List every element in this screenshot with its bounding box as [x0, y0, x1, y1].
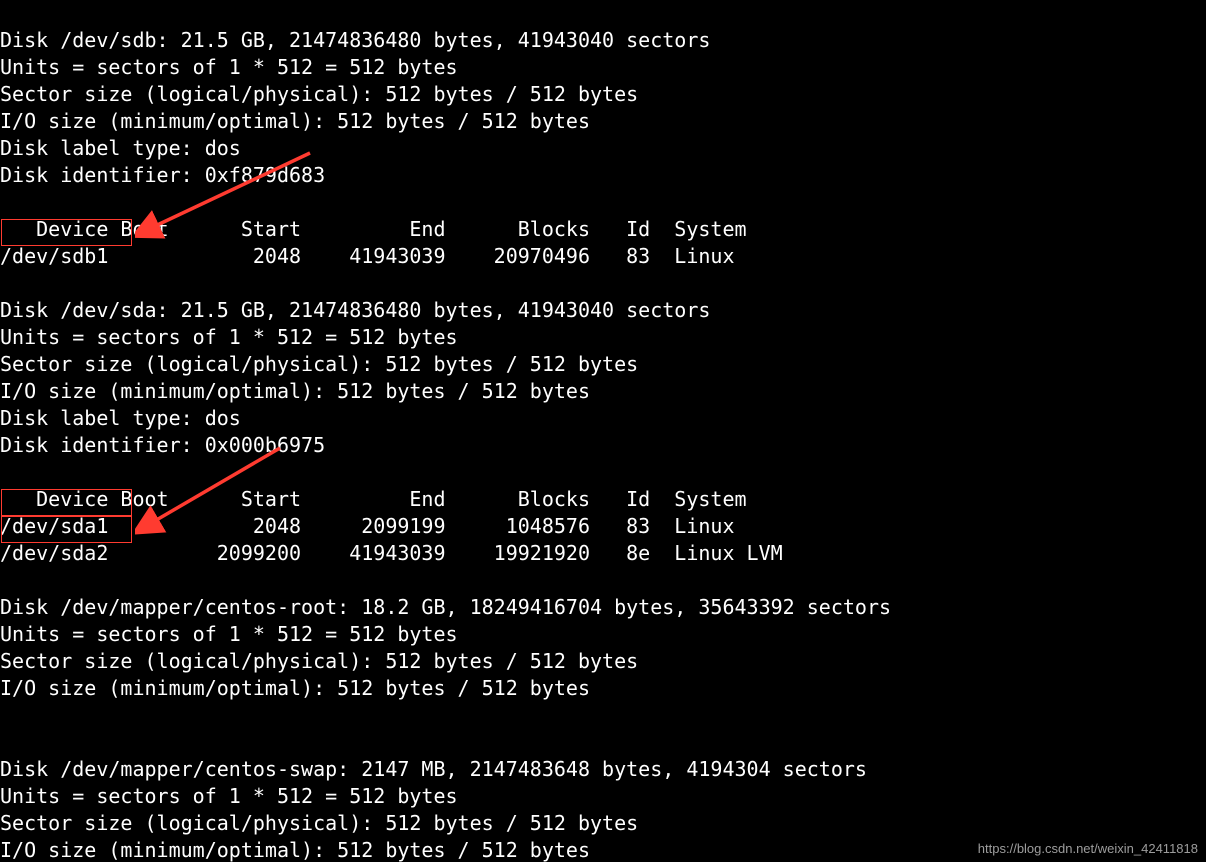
disk-sdb-header-line: Sector size (logical/physical): 512 byte… — [0, 82, 638, 106]
disk-sda-header-line: Sector size (logical/physical): 512 byte… — [0, 352, 638, 376]
disk-sdb-header-line: Disk identifier: 0xf879d683 — [0, 163, 325, 187]
disk-centos-swap-header-line: Disk /dev/mapper/centos-swap: 2147 MB, 2… — [0, 757, 867, 781]
disk-sdb-header-line: Units = sectors of 1 * 512 = 512 bytes — [0, 55, 458, 79]
watermark-text: https://blog.csdn.net/weixin_42411818 — [978, 841, 1198, 856]
disk-sda-header-line: Disk identifier: 0x000b6975 — [0, 433, 325, 457]
disk-centos-swap-header-line: Units = sectors of 1 * 512 = 512 bytes — [0, 784, 458, 808]
disk-centos-swap-header-line: I/O size (minimum/optimal): 512 bytes / … — [0, 838, 590, 862]
partition-table-header: Device Boot Start End Blocks Id System — [0, 217, 747, 241]
disk-centos-swap-header-line: Sector size (logical/physical): 512 byte… — [0, 811, 638, 835]
disk-sda-header-line: Units = sectors of 1 * 512 = 512 bytes — [0, 325, 458, 349]
disk-sdb-header-line: Disk label type: dos — [0, 136, 241, 160]
partition-table-header: Device Boot Start End Blocks Id System — [0, 487, 747, 511]
disk-sda-header-line: I/O size (minimum/optimal): 512 bytes / … — [0, 379, 590, 403]
disk-centos-root-header-line: I/O size (minimum/optimal): 512 bytes / … — [0, 676, 590, 700]
disk-sdb-header-line: I/O size (minimum/optimal): 512 bytes / … — [0, 109, 590, 133]
terminal-output: Disk /dev/sdb: 21.5 GB, 21474836480 byte… — [0, 0, 1206, 862]
disk-sdb-header-line: Disk /dev/sdb: 21.5 GB, 21474836480 byte… — [0, 28, 710, 52]
partition-row-sda2: /dev/sda2 2099200 41943039 19921920 8e L… — [0, 541, 783, 565]
disk-centos-root-header-line: Units = sectors of 1 * 512 = 512 bytes — [0, 622, 458, 646]
disk-centos-root-header-line: Disk /dev/mapper/centos-root: 18.2 GB, 1… — [0, 595, 891, 619]
disk-sda-header-line: Disk /dev/sda: 21.5 GB, 21474836480 byte… — [0, 298, 710, 322]
disk-sda-header-line: Disk label type: dos — [0, 406, 241, 430]
disk-centos-root-header-line: Sector size (logical/physical): 512 byte… — [0, 649, 638, 673]
partition-row-sdb1: /dev/sdb1 2048 41943039 20970496 83 Linu… — [0, 244, 735, 268]
partition-row-sda1: /dev/sda1 * 2048 2099199 1048576 83 Linu… — [0, 514, 735, 538]
